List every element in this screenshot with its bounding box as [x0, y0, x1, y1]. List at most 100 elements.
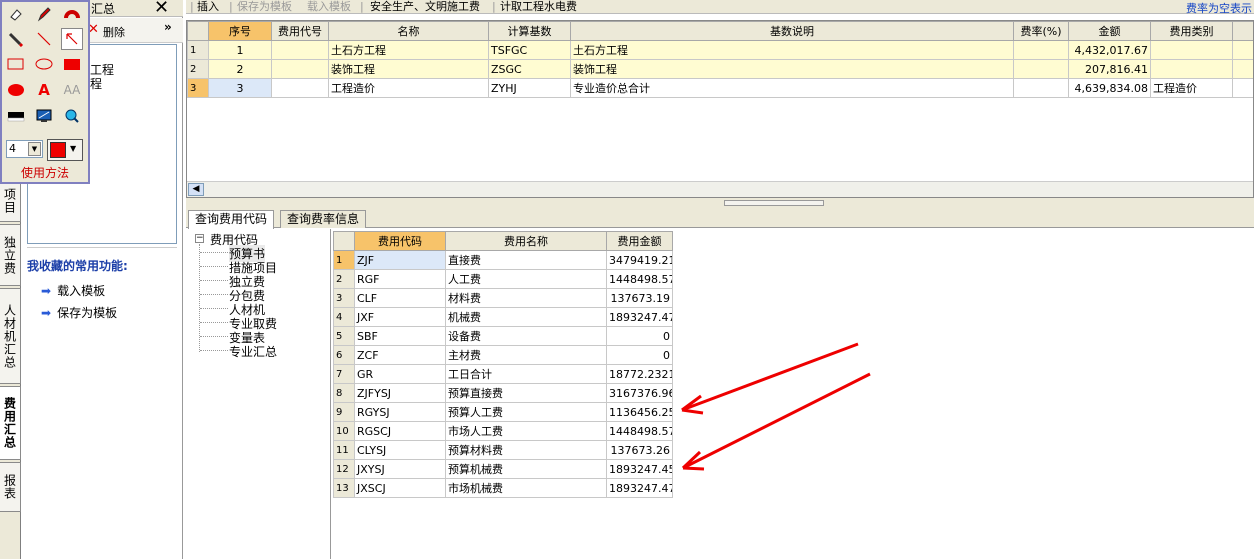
cell-desc[interactable]: 土石方工程	[570, 40, 1014, 60]
row-number[interactable]: 5	[333, 326, 355, 346]
cell-fee-name[interactable]: 预算机械费	[445, 459, 607, 479]
cell-fee-name[interactable]: 预算材料费	[445, 440, 607, 460]
cell-fee-name[interactable]: 人工费	[445, 269, 607, 289]
row-number[interactable]: 1	[187, 40, 209, 60]
cell-amount[interactable]: 4,639,834.08	[1068, 78, 1151, 98]
screen-icon[interactable]	[33, 105, 55, 127]
text-a-icon[interactable]: A	[33, 79, 55, 101]
table-row[interactable]: 13 JXSCJ 市场机械费 1893247.47	[333, 478, 673, 498]
cell-category[interactable]	[1150, 40, 1233, 60]
cell-amount[interactable]: 4,432,017.67	[1068, 40, 1151, 60]
corner-cell[interactable]	[187, 21, 209, 41]
cell-fee-amount[interactable]: 3167376.96	[606, 383, 673, 403]
rect-outline-icon[interactable]	[5, 53, 27, 75]
cell-fee-name[interactable]: 设备费	[445, 326, 607, 346]
corner-cell[interactable]	[333, 231, 355, 251]
cell-code[interactable]	[271, 40, 329, 60]
col-header-code[interactable]: 费用代号	[271, 21, 329, 41]
cell-base[interactable]: ZSGC	[488, 59, 571, 79]
row-number[interactable]: 11	[333, 440, 355, 460]
cell-fee-amount[interactable]: 1893247.45	[606, 459, 673, 479]
favorite-load-template[interactable]: ➡ 载入模板	[41, 282, 105, 299]
cell-fee-code[interactable]: RGSCJ	[354, 421, 446, 441]
vtab-project[interactable]: 项目	[0, 180, 21, 222]
cell-fee-name[interactable]: 机械费	[445, 307, 607, 327]
row-number[interactable]: 7	[333, 364, 355, 384]
vtab-independent-fee[interactable]: 独立费	[0, 224, 21, 286]
safety-fee-button[interactable]: 安全生产、文明施工费	[370, 0, 480, 13]
cell-fee-amount[interactable]: 3479419.21	[606, 250, 673, 270]
cell-fee-name[interactable]: 材料费	[445, 288, 607, 308]
cell-fee-code[interactable]: ZJF	[354, 250, 446, 270]
pencil-icon[interactable]	[5, 28, 27, 50]
table-row[interactable]: 2 2 装饰工程 ZSGC 装饰工程 207,816.41	[187, 59, 1253, 79]
favorite-save-template[interactable]: ➡ 保存为模板	[41, 304, 117, 321]
cell-rate[interactable]	[1013, 40, 1069, 60]
eraser-icon[interactable]	[5, 3, 27, 25]
cell-fee-code[interactable]: RGYSJ	[354, 402, 446, 422]
cell-fee-code[interactable]: JXYSJ	[354, 459, 446, 479]
cell-fee-name[interactable]: 直接费	[445, 250, 607, 270]
water-electric-fee-button[interactable]: 计取工程水电费	[500, 0, 577, 13]
cell-desc[interactable]: 装饰工程	[570, 59, 1014, 79]
cell-fee-amount[interactable]: 137673.26	[606, 440, 673, 460]
cell-fee-name[interactable]: 工日合计	[445, 364, 607, 384]
row-number[interactable]: 3	[333, 288, 355, 308]
favorite-label[interactable]: 保存为模板	[57, 306, 117, 320]
color-picker[interactable]: ▼	[47, 139, 83, 161]
table-row[interactable]: 2 RGF 人工费 1448498.57	[333, 269, 673, 289]
table-row[interactable]: 11 CLYSJ 预算材料费 137673.26	[333, 440, 673, 460]
favorite-label[interactable]: 载入模板	[57, 284, 105, 298]
vtab-material-summary[interactable]: 人材机汇总	[0, 288, 21, 384]
col-header-base[interactable]: 计算基数	[488, 21, 571, 41]
row-number[interactable]: 2	[333, 269, 355, 289]
insert-button[interactable]: 插入	[197, 0, 219, 13]
cell-fee-amount[interactable]: 0	[606, 345, 673, 365]
cell-desc[interactable]: 专业造价总合计	[570, 78, 1014, 98]
cell-category[interactable]: 工程造价	[1150, 78, 1233, 98]
cell-fee-amount[interactable]: 1893247.47	[606, 307, 673, 327]
cell-extra[interactable]	[1232, 40, 1253, 60]
cell-fee-name[interactable]: 预算直接费	[445, 383, 607, 403]
cell-extra[interactable]	[1232, 59, 1253, 79]
row-number[interactable]: 1	[333, 250, 355, 270]
tree-item[interactable]: 专业汇总	[229, 343, 277, 360]
row-number[interactable]: 4	[333, 307, 355, 327]
row-number[interactable]: 10	[333, 421, 355, 441]
col-header-rate[interactable]: 费率(%)	[1013, 21, 1069, 41]
load-template-button[interactable]: 载入模板	[307, 0, 351, 13]
cell-amount[interactable]: 207,816.41	[1068, 59, 1151, 79]
collapse-icon[interactable]: −	[195, 234, 204, 243]
cell-base[interactable]: ZYHJ	[488, 78, 571, 98]
line-size-select[interactable]: 4 ▼	[6, 140, 43, 158]
cell-code[interactable]	[271, 78, 329, 98]
table-row[interactable]: 10 RGSCJ 市场人工费 1448498.57	[333, 421, 673, 441]
table-row[interactable]: 1 ZJF 直接费 3479419.21	[333, 250, 673, 270]
save-template-button[interactable]: 保存为模板	[237, 0, 292, 13]
highlight-bar-icon[interactable]	[5, 105, 27, 127]
cell-fee-name[interactable]: 市场机械费	[445, 478, 607, 498]
pen-icon[interactable]	[33, 3, 55, 25]
cell-fee-amount[interactable]: 137673.19	[606, 288, 673, 308]
cell-fee-amount[interactable]: 1893247.47	[606, 478, 673, 498]
cell-name[interactable]: 工程造价	[328, 78, 489, 98]
cell-fee-amount[interactable]: 0	[606, 326, 673, 346]
cell-fee-code[interactable]: RGF	[354, 269, 446, 289]
pane-splitter[interactable]	[186, 198, 1254, 208]
cell-fee-code[interactable]: ZCF	[354, 345, 446, 365]
table-row[interactable]: 1 1 土石方工程 TSFGC 土石方工程 4,432,017.67	[187, 40, 1253, 60]
table-row[interactable]: 7 GR 工日合计 18772.2321	[333, 364, 673, 384]
tab-query-rate-info[interactable]: 查询费率信息	[280, 210, 367, 228]
cell-fee-amount[interactable]: 1136456.25	[606, 402, 673, 422]
cell-seq[interactable]: 2	[208, 59, 272, 79]
row-number[interactable]: 2	[187, 59, 209, 79]
ellipse-filled-icon[interactable]	[5, 79, 27, 101]
chevron-down-icon[interactable]: ▼	[28, 142, 41, 156]
col-header-desc[interactable]: 基数说明	[570, 21, 1014, 41]
col-header-seq[interactable]: 序号	[208, 21, 272, 41]
cell-fee-amount[interactable]: 1448498.57	[606, 421, 673, 441]
cell-name[interactable]: 装饰工程	[328, 59, 489, 79]
col-header-fee-amount[interactable]: 费用金额	[606, 231, 673, 251]
cell-fee-code[interactable]: JXF	[354, 307, 446, 327]
vtab-report[interactable]: 报表	[0, 462, 21, 512]
